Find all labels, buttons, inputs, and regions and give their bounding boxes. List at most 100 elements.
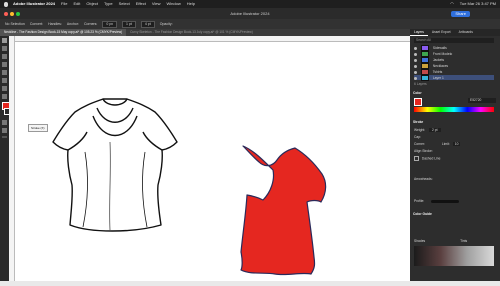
more-tools-icon[interactable] [2, 136, 7, 138]
apple-icon[interactable] [4, 1, 8, 7]
menu-object[interactable]: Object [86, 0, 98, 8]
menu-file[interactable]: File [61, 0, 67, 8]
stroke-section-header[interactable]: Stroke [413, 120, 497, 125]
visibility-icon[interactable] [414, 58, 417, 62]
artwork[interactable] [15, 42, 410, 281]
weight-label: Weight: [414, 128, 426, 132]
pencil-tool-icon[interactable] [2, 62, 7, 67]
layer-row[interactable]: Sidewalls [414, 45, 494, 51]
tab-asset-export[interactable]: Asset Export [428, 29, 455, 36]
title-bar: Adobe Illustrator 2024 Share [0, 8, 500, 19]
panel-tabs: Layers Asset Export Artboards [410, 29, 500, 36]
color-fill-swatch-icon[interactable] [414, 98, 422, 106]
share-button[interactable]: Share [451, 10, 470, 17]
layer-count: 6 Layers [414, 82, 427, 86]
layer-name[interactable]: Sidewalls [433, 46, 447, 50]
profile-row: Profile: [414, 199, 496, 204]
menu-window[interactable]: Window [167, 0, 181, 8]
layer-row[interactable]: Front Modelo [414, 51, 494, 57]
tints-label: Tints [460, 239, 468, 243]
right-panel: Layers Asset Export Artboards Search All… [410, 29, 500, 281]
corner-row: Corner: Limit: 10 [414, 142, 496, 147]
artboard[interactable] [15, 42, 410, 281]
screen-mode-icon[interactable] [2, 128, 7, 133]
pen-tool-icon[interactable] [2, 54, 7, 59]
menu-help[interactable]: Help [187, 0, 195, 8]
color-section-header[interactable]: Color [413, 91, 497, 96]
document-tabs: Neckline - The Fashion Design Book-15 Ma… [0, 29, 410, 36]
draw-mode-icon[interactable] [2, 120, 7, 125]
opacity-label[interactable]: Opacity: [160, 19, 173, 29]
menu-select[interactable]: Select [119, 0, 130, 8]
shades-label: Shades [414, 239, 426, 243]
corner-label: Corner: [414, 142, 425, 146]
tab-neckline[interactable]: Neckline - The Fashion Design Book-15 Ma… [0, 29, 127, 36]
align-stroke-label: Align Stroke: [414, 149, 433, 153]
layer-name[interactable]: Jackets [433, 58, 444, 62]
menu-type[interactable]: Type [104, 0, 113, 8]
control-bar: No Selection Convert: Handles: Anchor: C… [0, 19, 500, 29]
layer-row[interactable]: Tshirts [414, 69, 494, 75]
wifi-icon[interactable]: ◠ [450, 0, 454, 8]
rotate-tool-icon[interactable] [2, 78, 7, 83]
layer-row[interactable]: Necklaces [414, 63, 494, 69]
cap-label: Cap: [414, 135, 421, 139]
menu-effect[interactable]: Effect [136, 0, 146, 8]
tab-artboards[interactable]: Artboards [455, 29, 477, 36]
tab-layers[interactable]: Layers [410, 29, 428, 36]
layer-row-selected[interactable]: Layer 1 [414, 75, 494, 81]
dashed-checkbox[interactable] [414, 156, 419, 161]
layer-name[interactable]: Front Modelo [433, 52, 452, 56]
profile-label: Profile: [414, 199, 425, 203]
color-spectrum[interactable] [414, 107, 494, 112]
window-title: Adobe Illustrator 2024 [230, 11, 270, 16]
red-blouse [240, 145, 327, 276]
convert-label[interactable]: Convert: [30, 19, 43, 29]
selection-tool-icon[interactable] [2, 38, 7, 43]
profile-preview[interactable] [431, 199, 460, 203]
dashed-line-row[interactable]: Dashed Line [414, 156, 496, 161]
layer-name[interactable]: Necklaces [433, 64, 448, 68]
width-field[interactable]: 4 pt [140, 21, 155, 28]
tab-curvy-skeleton[interactable]: Curvy Skeleton - The Fashion Design Book… [126, 29, 257, 36]
menu-edit[interactable]: Edit [73, 0, 80, 8]
arrowheads-label: Arrowheads: [414, 177, 433, 181]
canvas[interactable] [15, 42, 410, 281]
limit-field[interactable]: 10 [452, 142, 461, 146]
color-guide-grid[interactable] [414, 246, 494, 266]
visibility-icon[interactable] [414, 76, 417, 80]
type-tool-icon[interactable] [2, 70, 7, 75]
blouse-sketch [52, 98, 178, 232]
layer-search-input[interactable]: Search All [414, 38, 494, 43]
layer-row[interactable]: Jackets [414, 57, 494, 63]
layer-color-icon [420, 75, 429, 81]
hex-field[interactable]: E52720 [468, 98, 496, 103]
limit-label: Limit: [441, 142, 450, 146]
tooltip: Stroke (X) [28, 124, 48, 132]
visibility-icon[interactable] [414, 52, 417, 56]
selection-status: No Selection [5, 22, 25, 26]
layer-name[interactable]: Layer 1 [433, 76, 444, 80]
dashed-line-label: Dashed Line [421, 156, 441, 161]
handles-label[interactable]: Handles: [48, 19, 62, 29]
corner-field[interactable]: 0 px [102, 21, 118, 28]
layer-name[interactable]: Tshirts [433, 70, 443, 74]
color-guide-header[interactable]: Color Guide [413, 212, 497, 217]
stroke-field[interactable]: 1 pt [122, 21, 136, 28]
corners-label[interactable]: Corners: [84, 19, 97, 29]
hand-tool-icon[interactable] [2, 94, 7, 99]
tools-panel [0, 36, 11, 281]
direct-selection-tool-icon[interactable] [2, 46, 7, 51]
stroke-weight-row: Weight: 2 pt [414, 128, 496, 133]
anchor-label[interactable]: Anchor: [67, 19, 79, 29]
weight-field[interactable]: 2 pt [429, 128, 441, 132]
visibility-icon[interactable] [414, 70, 417, 74]
shape-tool-icon[interactable] [2, 86, 7, 91]
menu-bar: Adobe Illustrator 2024 File Edit Object … [0, 0, 500, 8]
app-menu[interactable]: Adobe Illustrator 2024 [13, 0, 55, 8]
clock[interactable]: Tue Mar 26 3:47 PM [460, 0, 496, 8]
visibility-icon[interactable] [414, 46, 417, 50]
menu-view[interactable]: View [152, 0, 161, 8]
harmony-labels: Shades Tints [414, 239, 496, 244]
visibility-icon[interactable] [414, 64, 417, 68]
